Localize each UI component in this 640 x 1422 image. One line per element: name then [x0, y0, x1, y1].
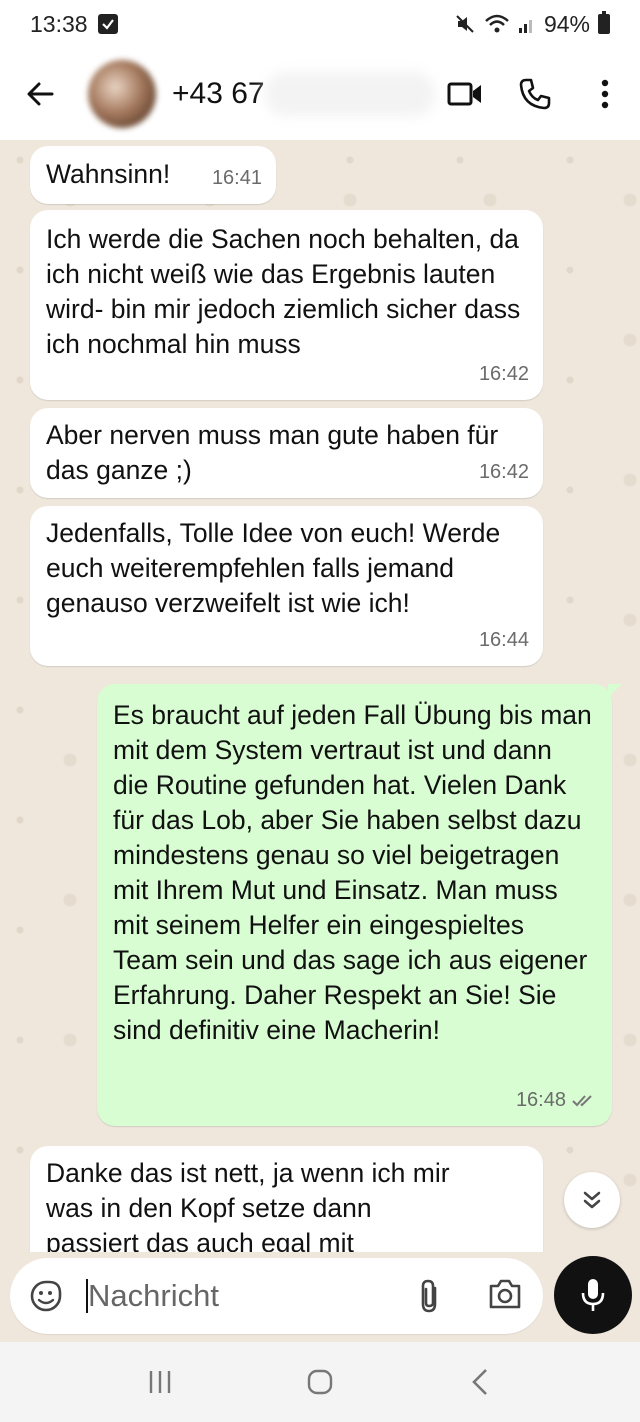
battery-level: 94% — [543, 10, 590, 37]
message-text: Jedenfalls, Tolle Idee von euch! Werde e… — [46, 518, 501, 618]
chat-header: +43 67 — [0, 48, 640, 140]
message-text: Danke das ist nett, ja wenn ich mir was … — [46, 1158, 450, 1252]
phone-icon — [519, 78, 551, 110]
status-indicators: 94% — [454, 11, 610, 38]
sticker-button[interactable] — [10, 1279, 82, 1313]
message-input[interactable] — [88, 1278, 388, 1314]
message-time: 16:48 — [515, 1089, 566, 1111]
message-time: 16:42 — [478, 461, 529, 483]
message-time: 16:41 — [211, 167, 262, 189]
avatar[interactable] — [88, 60, 156, 128]
status-bar: 13:38 94% — [0, 0, 640, 48]
message-time: 16:44 — [478, 629, 529, 651]
header-actions — [430, 48, 640, 140]
home-button[interactable] — [290, 1352, 350, 1412]
signal-icon — [518, 14, 536, 34]
voice-message-button[interactable] — [554, 1256, 632, 1334]
video-call-button[interactable] — [430, 48, 500, 140]
message-bubble-incoming[interactable]: Danke das ist nett, ja wenn ich mir was … — [30, 1146, 543, 1252]
message-time: 16:42 — [478, 363, 529, 385]
paperclip-icon — [421, 1279, 437, 1313]
sticker-icon — [30, 1280, 62, 1312]
voice-call-button[interactable] — [500, 48, 570, 140]
message-text: Aber nerven muss man gute haben für das … — [46, 420, 499, 485]
arrow-left-icon — [27, 82, 54, 106]
message-composer[interactable] — [10, 1258, 543, 1334]
camera-icon — [489, 1279, 521, 1309]
redaction-blur — [265, 72, 435, 116]
notification-check-icon — [97, 14, 118, 34]
message-bubble-incoming[interactable]: Jedenfalls, Tolle Idee von euch! Werde e… — [30, 506, 543, 666]
mute-icon — [454, 13, 476, 35]
wifi-icon — [484, 13, 510, 35]
recent-apps-icon — [149, 1371, 171, 1393]
system-back-button[interactable] — [450, 1352, 510, 1412]
attach-button[interactable] — [417, 1278, 441, 1319]
back-button[interactable] — [0, 48, 80, 140]
camera-button[interactable] — [487, 1278, 523, 1315]
chevron-left-icon — [472, 1369, 487, 1395]
microphone-icon — [581, 1279, 605, 1311]
battery-icon — [598, 11, 610, 34]
double-chevron-down-icon — [583, 1191, 601, 1209]
video-call-icon — [447, 82, 481, 106]
message-time-row: 16:48 — [516, 1083, 598, 1118]
status-time: 13:38 — [30, 10, 88, 37]
recent-apps-button[interactable] — [130, 1352, 190, 1412]
message-bubble-incoming[interactable]: Wahnsinn! 16:41 — [30, 146, 276, 204]
message-bubble-outgoing[interactable]: Es braucht auf jeden Fall Übung bis man … — [97, 684, 622, 1126]
message-bubble-incoming[interactable]: Aber nerven muss man gute haben für das … — [30, 408, 543, 498]
message-text: Es braucht auf jeden Fall Übung bis man … — [113, 700, 592, 1045]
home-icon — [307, 1369, 333, 1395]
read-receipt-icon — [572, 1094, 592, 1106]
system-navigation-bar — [0, 1342, 640, 1422]
composer-bar — [0, 1252, 640, 1342]
more-options-button[interactable] — [570, 48, 640, 140]
message-bubble-incoming[interactable]: Ich werde die Sachen noch behalten, da i… — [30, 210, 543, 400]
more-vertical-icon — [601, 79, 609, 109]
message-list[interactable]: Wahnsinn! 16:41 Ich werde die Sachen noc… — [0, 140, 640, 1252]
message-text: Ich werde die Sachen noch behalten, da i… — [46, 224, 521, 359]
scroll-to-bottom-button[interactable] — [564, 1172, 620, 1228]
